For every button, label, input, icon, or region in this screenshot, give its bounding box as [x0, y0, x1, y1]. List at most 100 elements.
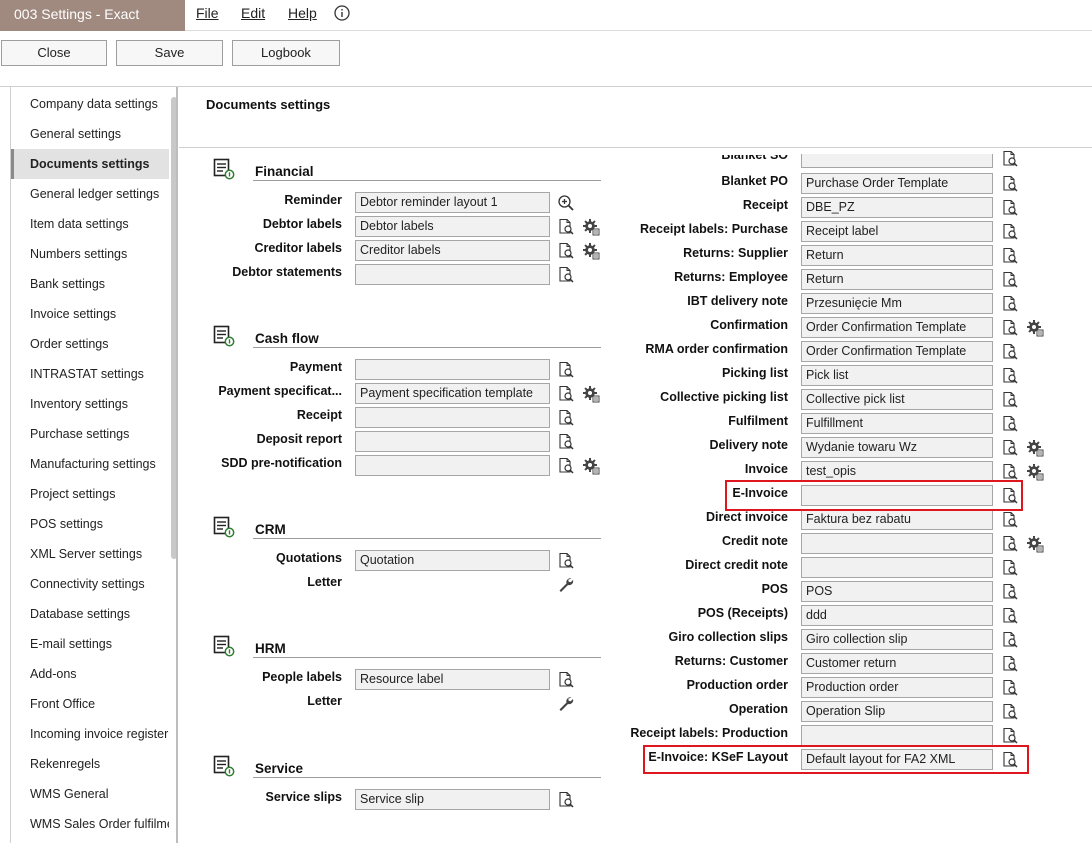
close-button[interactable]: Close [1, 40, 107, 66]
sidebar-item-bank-settings[interactable]: Bank settings [11, 269, 169, 299]
layout-settings-icon[interactable] [582, 218, 600, 236]
menu-file[interactable]: File [196, 5, 219, 21]
field-debtor-labels[interactable]: Debtor labels [355, 216, 550, 237]
sidebar-item-manufacturing-settings[interactable]: Manufacturing settings [11, 449, 169, 479]
preview-layout-icon[interactable] [1001, 271, 1019, 289]
sidebar-item-general-settings[interactable]: General settings [11, 119, 169, 149]
preview-layout-icon[interactable] [1001, 583, 1019, 601]
preview-layout-icon[interactable] [1001, 150, 1019, 168]
sidebar-item-add-ons[interactable]: Add-ons [11, 659, 169, 689]
preview-layout-icon[interactable] [1001, 703, 1019, 721]
sidebar-scrollbar[interactable] [171, 97, 176, 559]
layout-settings-icon[interactable] [1026, 439, 1044, 457]
save-button[interactable]: Save [116, 40, 223, 66]
field-quotations[interactable]: Quotation [355, 550, 550, 571]
field-delivery-note[interactable]: Wydanie towaru Wz [801, 437, 993, 458]
field-pos[interactable]: POS [801, 581, 993, 602]
sidebar-item-pos-settings[interactable]: POS settings [11, 509, 169, 539]
logbook-button[interactable]: Logbook [232, 40, 340, 66]
field-invoice[interactable]: test_opis [801, 461, 993, 482]
preview-layout-icon[interactable] [557, 433, 575, 451]
zoom-in-icon[interactable] [557, 194, 575, 212]
field-pos-receipts[interactable]: ddd [801, 605, 993, 626]
field-service-slips[interactable]: Service slip [355, 789, 550, 810]
preview-layout-icon[interactable] [1001, 511, 1019, 529]
field-deposit-report[interactable] [355, 431, 550, 452]
preview-layout-icon[interactable] [1001, 559, 1019, 577]
field-receipt-labels-purchase[interactable]: Receipt label [801, 221, 993, 242]
preview-layout-icon[interactable] [1001, 367, 1019, 385]
preview-layout-icon[interactable] [1001, 727, 1019, 745]
layout-settings-icon[interactable] [582, 385, 600, 403]
field-people-labels[interactable]: Resource label [355, 669, 550, 690]
preview-layout-icon[interactable] [1001, 631, 1019, 649]
preview-layout-icon[interactable] [1001, 535, 1019, 553]
preview-layout-icon[interactable] [1001, 247, 1019, 265]
sidebar-item-numbers-settings[interactable]: Numbers settings [11, 239, 169, 269]
preview-layout-icon[interactable] [1001, 175, 1019, 193]
field-blanket-so[interactable] [801, 154, 993, 168]
field-receipt[interactable]: DBE_PZ [801, 197, 993, 218]
sidebar-item-general-ledger-settings[interactable]: General ledger settings [11, 179, 169, 209]
preview-layout-icon[interactable] [1001, 655, 1019, 673]
sidebar-item-front-office[interactable]: Front Office [11, 689, 169, 719]
layout-settings-icon[interactable] [582, 457, 600, 475]
field-fulfilment[interactable]: Fulfillment [801, 413, 993, 434]
field-creditor-labels[interactable]: Creditor labels [355, 240, 550, 261]
preview-layout-icon[interactable] [1001, 199, 1019, 217]
preview-layout-icon[interactable] [557, 671, 575, 689]
menu-edit[interactable]: Edit [241, 5, 265, 21]
sidebar-item-documents-settings[interactable]: Documents settings [11, 149, 169, 179]
preview-layout-icon[interactable] [1001, 223, 1019, 241]
field-credit-note[interactable] [801, 533, 993, 554]
sidebar-item-database-settings[interactable]: Database settings [11, 599, 169, 629]
sidebar-item-purchase-settings[interactable]: Purchase settings [11, 419, 169, 449]
preview-layout-icon[interactable] [1001, 391, 1019, 409]
field-debtor-statements[interactable] [355, 264, 550, 285]
menu-help[interactable]: Help [288, 5, 317, 21]
field-payment[interactable] [355, 359, 550, 380]
sidebar-item-inventory-settings[interactable]: Inventory settings [11, 389, 169, 419]
preview-layout-icon[interactable] [557, 266, 575, 284]
preview-layout-icon[interactable] [1001, 319, 1019, 337]
field-blanket-po[interactable]: Purchase Order Template [801, 173, 993, 194]
sidebar-item-e-mail-settings[interactable]: E-mail settings [11, 629, 169, 659]
field-sdd-pre-notification[interactable] [355, 455, 550, 476]
preview-layout-icon[interactable] [1001, 679, 1019, 697]
preview-layout-icon[interactable] [1001, 343, 1019, 361]
wrench-icon[interactable] [557, 576, 575, 594]
preview-layout-icon[interactable] [1001, 439, 1019, 457]
field-collective-picking-list[interactable]: Collective pick list [801, 389, 993, 410]
field-receipt[interactable] [355, 407, 550, 428]
layout-settings-icon[interactable] [582, 242, 600, 260]
sidebar-item-rekenregels[interactable]: Rekenregels [11, 749, 169, 779]
sidebar-item-order-settings[interactable]: Order settings [11, 329, 169, 359]
field-payment-specificat[interactable]: Payment specification template [355, 383, 550, 404]
field-returns-supplier[interactable]: Return [801, 245, 993, 266]
sidebar-item-company-data-settings[interactable]: Company data settings [11, 89, 169, 119]
sidebar-item-connectivity-settings[interactable]: Connectivity settings [11, 569, 169, 599]
layout-settings-icon[interactable] [1026, 535, 1044, 553]
sidebar-item-invoice-settings[interactable]: Invoice settings [11, 299, 169, 329]
sidebar-item-intrastat-settings[interactable]: INTRASTAT settings [11, 359, 169, 389]
field-operation[interactable]: Operation Slip [801, 701, 993, 722]
preview-layout-icon[interactable] [557, 218, 575, 236]
preview-layout-icon[interactable] [1001, 463, 1019, 481]
wrench-icon[interactable] [557, 695, 575, 713]
sidebar-item-wms-sales-order-fulfilme[interactable]: WMS Sales Order fulfilme [11, 809, 169, 839]
sidebar-item-xml-server-settings[interactable]: XML Server settings [11, 539, 169, 569]
preview-layout-icon[interactable] [557, 409, 575, 427]
preview-layout-icon[interactable] [557, 552, 575, 570]
field-direct-credit-note[interactable] [801, 557, 993, 578]
sidebar-item-item-data-settings[interactable]: Item data settings [11, 209, 169, 239]
layout-settings-icon[interactable] [1026, 319, 1044, 337]
field-receipt-labels-production[interactable] [801, 725, 993, 746]
preview-layout-icon[interactable] [1001, 295, 1019, 313]
layout-settings-icon[interactable] [1026, 463, 1044, 481]
preview-layout-icon[interactable] [557, 791, 575, 809]
field-rma-order-confirmation[interactable]: Order Confirmation Template [801, 341, 993, 362]
sidebar-item-wms-general[interactable]: WMS General [11, 779, 169, 809]
field-ibt-delivery-note[interactable]: Przesunięcie Mm [801, 293, 993, 314]
sidebar-item-incoming-invoice-register[interactable]: Incoming invoice register [11, 719, 169, 749]
field-reminder[interactable]: Debtor reminder layout 1 [355, 192, 550, 213]
